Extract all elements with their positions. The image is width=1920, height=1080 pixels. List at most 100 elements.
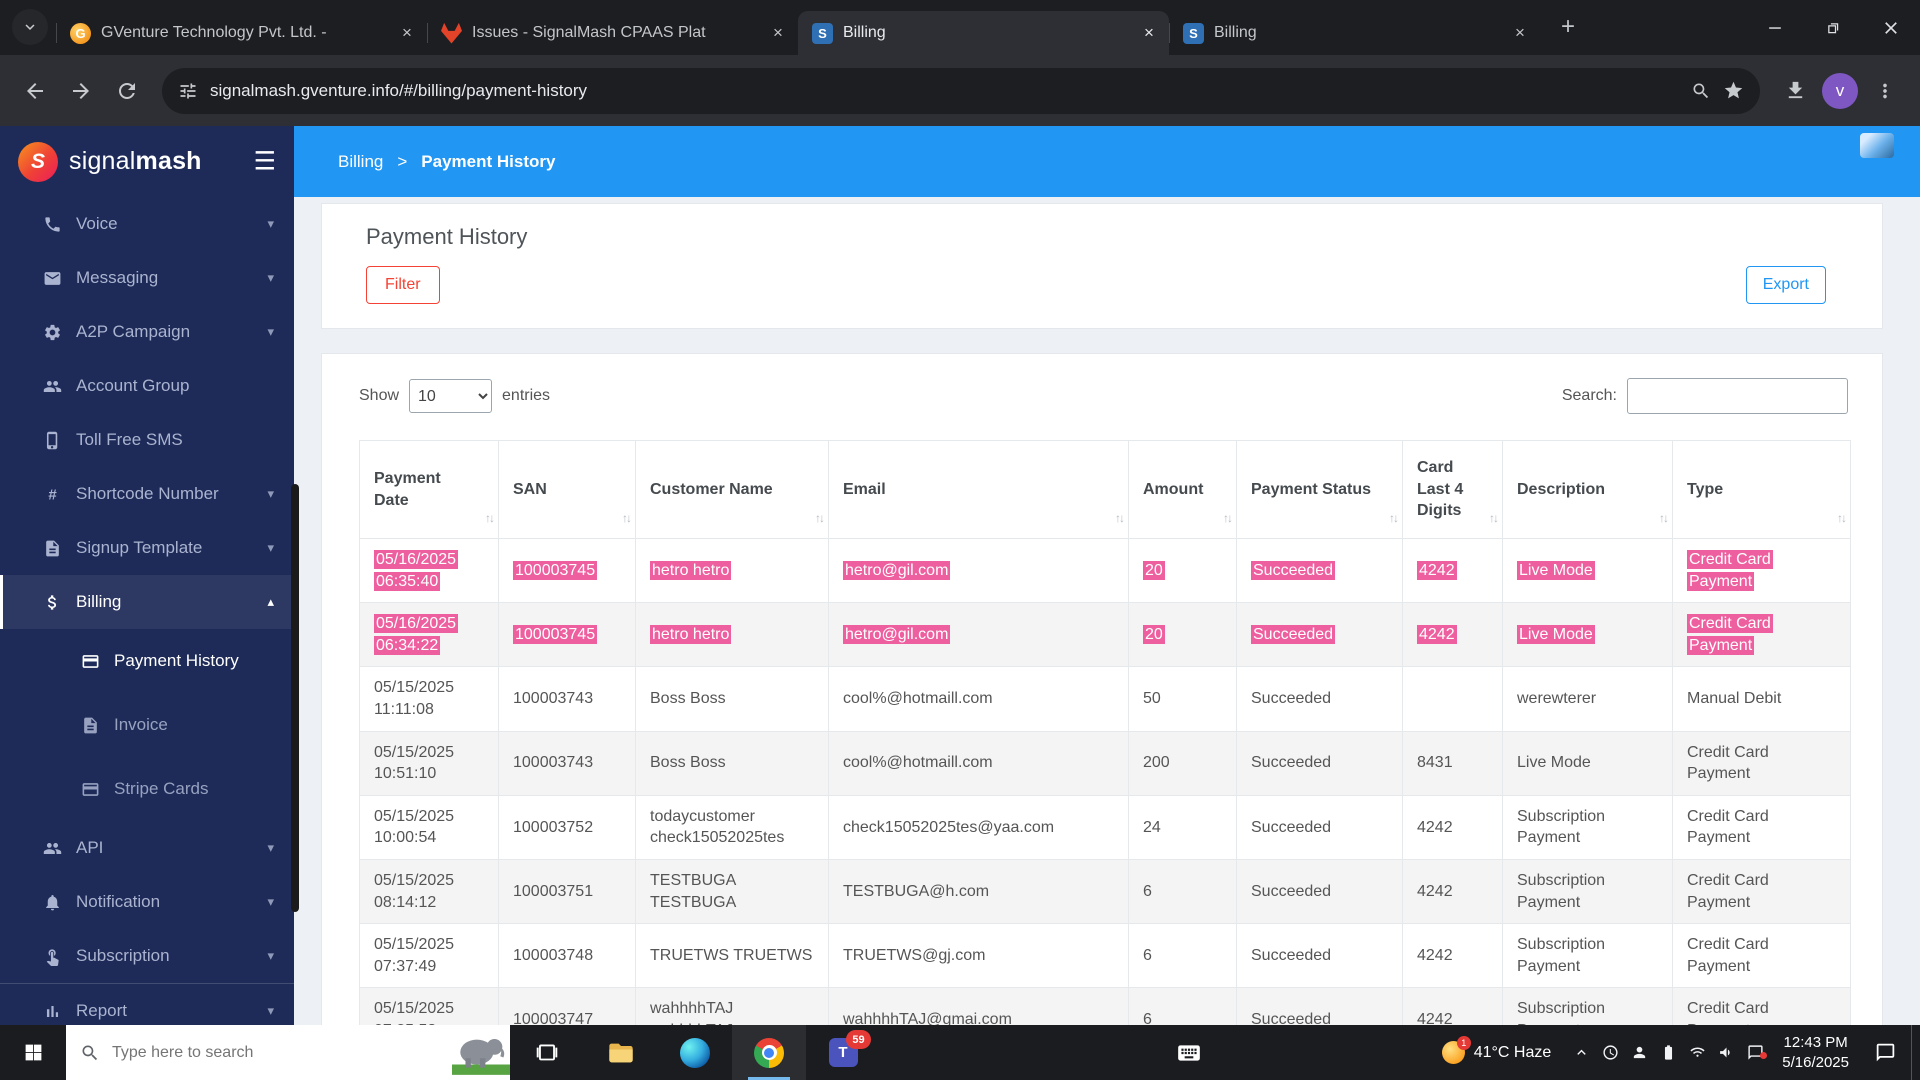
sidebar-item-messaging[interactable]: Messaging▾ <box>0 251 294 305</box>
sidebar-item-api[interactable]: API▾ <box>0 821 294 875</box>
chat-tray-icon[interactable] <box>1741 1044 1770 1061</box>
payment-row[interactable]: 05/15/2025 10:51:10100003743Boss Bosscoo… <box>360 731 1851 795</box>
payment-row[interactable]: 05/16/2025 06:35:40100003745hetro hetroh… <box>360 539 1851 603</box>
tab-close-icon[interactable]: × <box>766 21 790 45</box>
sidebar-item-label: A2P Campaign <box>76 322 253 342</box>
sidebar-item-subscription[interactable]: Subscription▾ <box>0 929 294 983</box>
maximize-button[interactable] <box>1804 0 1862 55</box>
payment-row[interactable]: 05/15/2025 08:14:12100003751TESTBUGA TES… <box>360 859 1851 923</box>
bookmark-star-icon[interactable] <box>1723 80 1744 101</box>
sort-icon[interactable]: ↑↓ <box>1489 510 1497 526</box>
start-button[interactable] <box>0 1025 66 1080</box>
column-header-email[interactable]: Email↑↓ <box>829 441 1129 539</box>
profile-avatar[interactable]: v <box>1822 73 1858 109</box>
teams-button[interactable]: T 59 <box>806 1025 880 1080</box>
touch-keyboard-button[interactable] <box>1161 1025 1217 1080</box>
payment-row[interactable]: 05/15/2025 07:25:58100003747wahhhhTAJ wa… <box>360 988 1851 1025</box>
reload-button[interactable] <box>106 70 148 112</box>
sidebar-item-report[interactable]: Report▾ <box>0 983 294 1025</box>
breadcrumb-section[interactable]: Billing <box>338 152 383 172</box>
address-bar[interactable]: signalmash.gventure.info/#/billing/payme… <box>162 68 1760 114</box>
close-window-button[interactable] <box>1862 0 1920 55</box>
sort-icon[interactable]: ↑↓ <box>1837 510 1845 526</box>
payment-row[interactable]: 05/15/2025 10:00:54100003752todaycustome… <box>360 795 1851 859</box>
payment-row[interactable]: 05/16/2025 06:34:22100003745hetro hetroh… <box>360 603 1851 667</box>
column-header-customer-name[interactable]: Customer Name↑↓ <box>636 441 829 539</box>
filter-button[interactable]: Filter <box>366 266 440 304</box>
sort-icon[interactable]: ↑↓ <box>1115 510 1123 526</box>
search-doodle-image[interactable] <box>452 1025 510 1080</box>
cell-san: 100003745 <box>499 603 636 667</box>
chevron-down-icon: ▾ <box>267 270 274 286</box>
taskbar-search-input[interactable] <box>100 1043 452 1063</box>
sidebar-item-account-group[interactable]: Account Group <box>0 359 294 413</box>
back-button[interactable] <box>14 70 56 112</box>
sort-icon[interactable]: ↑↓ <box>815 510 823 526</box>
card-icon <box>80 780 100 799</box>
scrollbar-thumb[interactable] <box>291 484 299 912</box>
sidebar-item-invoice[interactable]: Invoice <box>0 693 294 757</box>
browser-tab[interactable]: Issues - SignalMash CPAAS Plat× <box>427 11 798 55</box>
people-tray-icon[interactable] <box>1625 1044 1654 1061</box>
task-view-button[interactable] <box>510 1025 584 1080</box>
browser-menu-button[interactable] <box>1864 70 1906 112</box>
tab-close-icon[interactable]: × <box>1508 21 1532 45</box>
sidebar-item-stripe-cards[interactable]: Stripe Cards <box>0 757 294 821</box>
action-center-button[interactable] <box>1859 1025 1911 1080</box>
tab-search-button[interactable] <box>12 9 48 45</box>
downloads-button[interactable] <box>1774 70 1816 112</box>
weather-widget[interactable]: 1 41°C Haze <box>1442 1025 1552 1080</box>
clock-tray-icon[interactable] <box>1596 1044 1625 1061</box>
volume-tray-icon[interactable] <box>1712 1044 1741 1061</box>
tab-close-icon[interactable]: × <box>395 21 419 45</box>
column-header-card-last-4-digits[interactable]: Card Last 4 Digits↑↓ <box>1403 441 1503 539</box>
column-header-amount[interactable]: Amount↑↓ <box>1129 441 1237 539</box>
chevron-up-tray-icon[interactable] <box>1567 1044 1596 1061</box>
tab-close-icon[interactable]: × <box>1137 21 1161 45</box>
browser-tab[interactable]: SBilling× <box>1169 11 1540 55</box>
battery-tray-icon[interactable] <box>1654 1044 1683 1061</box>
column-header-payment-date[interactable]: Payment Date↑↓ <box>360 441 499 539</box>
show-desktop-button[interactable] <box>1911 1025 1920 1080</box>
edge-button[interactable] <box>658 1025 732 1080</box>
sidebar-item-shortcode-number[interactable]: #Shortcode Number▾ <box>0 467 294 521</box>
column-header-type[interactable]: Type↑↓ <box>1673 441 1851 539</box>
chrome-button[interactable] <box>732 1025 806 1080</box>
file-explorer-button[interactable] <box>584 1025 658 1080</box>
column-header-payment-status[interactable]: Payment Status↑↓ <box>1237 441 1403 539</box>
sort-icon[interactable]: ↑↓ <box>1223 510 1231 526</box>
site-info-icon[interactable] <box>178 81 198 101</box>
sort-icon[interactable]: ↑↓ <box>1659 510 1667 526</box>
sidebar-item-toll-free-sms[interactable]: Toll Free SMS <box>0 413 294 467</box>
column-header-description[interactable]: Description↑↓ <box>1503 441 1673 539</box>
zoom-icon[interactable] <box>1691 81 1711 101</box>
column-header-san[interactable]: SAN↑↓ <box>499 441 636 539</box>
taskbar-clock[interactable]: 12:43 PM 5/16/2025 <box>1782 1033 1849 1072</box>
table-search-input[interactable] <box>1627 378 1848 414</box>
export-button[interactable]: Export <box>1746 266 1826 304</box>
sidebar-item-a2p-campaign[interactable]: A2P Campaign▾ <box>0 305 294 359</box>
sort-icon[interactable]: ↑↓ <box>622 510 630 526</box>
sidebar-toggle-icon[interactable]: ☰ <box>254 149 276 174</box>
header-image[interactable] <box>1860 133 1894 158</box>
browser-tab[interactable]: SBilling× <box>798 11 1169 55</box>
payment-row[interactable]: 05/15/2025 07:37:49100003748TRUETWS TRUE… <box>360 924 1851 988</box>
sidebar-item-voice[interactable]: Voice▾ <box>0 197 294 251</box>
taskbar-search[interactable] <box>66 1025 510 1080</box>
page-size-select[interactable]: 10 <box>409 379 492 413</box>
sidebar-item-notification[interactable]: Notification▾ <box>0 875 294 929</box>
sidebar-item-label: Account Group <box>76 376 278 396</box>
sidebar-item-label: Invoice <box>114 715 278 735</box>
forward-button[interactable] <box>60 70 102 112</box>
sort-icon[interactable]: ↑↓ <box>485 510 493 526</box>
minimize-button[interactable] <box>1746 0 1804 55</box>
browser-tab[interactable]: GGVenture Technology Pvt. Ltd. -× <box>56 11 427 55</box>
sidebar-item-billing[interactable]: Billing▴ <box>0 575 294 629</box>
new-tab-button[interactable]: + <box>1550 9 1586 45</box>
sidebar-item-signup-template[interactable]: Signup Template▾ <box>0 521 294 575</box>
wifi-tray-icon[interactable] <box>1683 1044 1712 1061</box>
url-text[interactable]: signalmash.gventure.info/#/billing/payme… <box>210 81 1679 101</box>
sidebar-item-payment-history[interactable]: Payment History <box>0 629 294 693</box>
payment-row[interactable]: 05/15/2025 11:11:08100003743Boss Bosscoo… <box>360 667 1851 731</box>
sort-icon[interactable]: ↑↓ <box>1389 510 1397 526</box>
